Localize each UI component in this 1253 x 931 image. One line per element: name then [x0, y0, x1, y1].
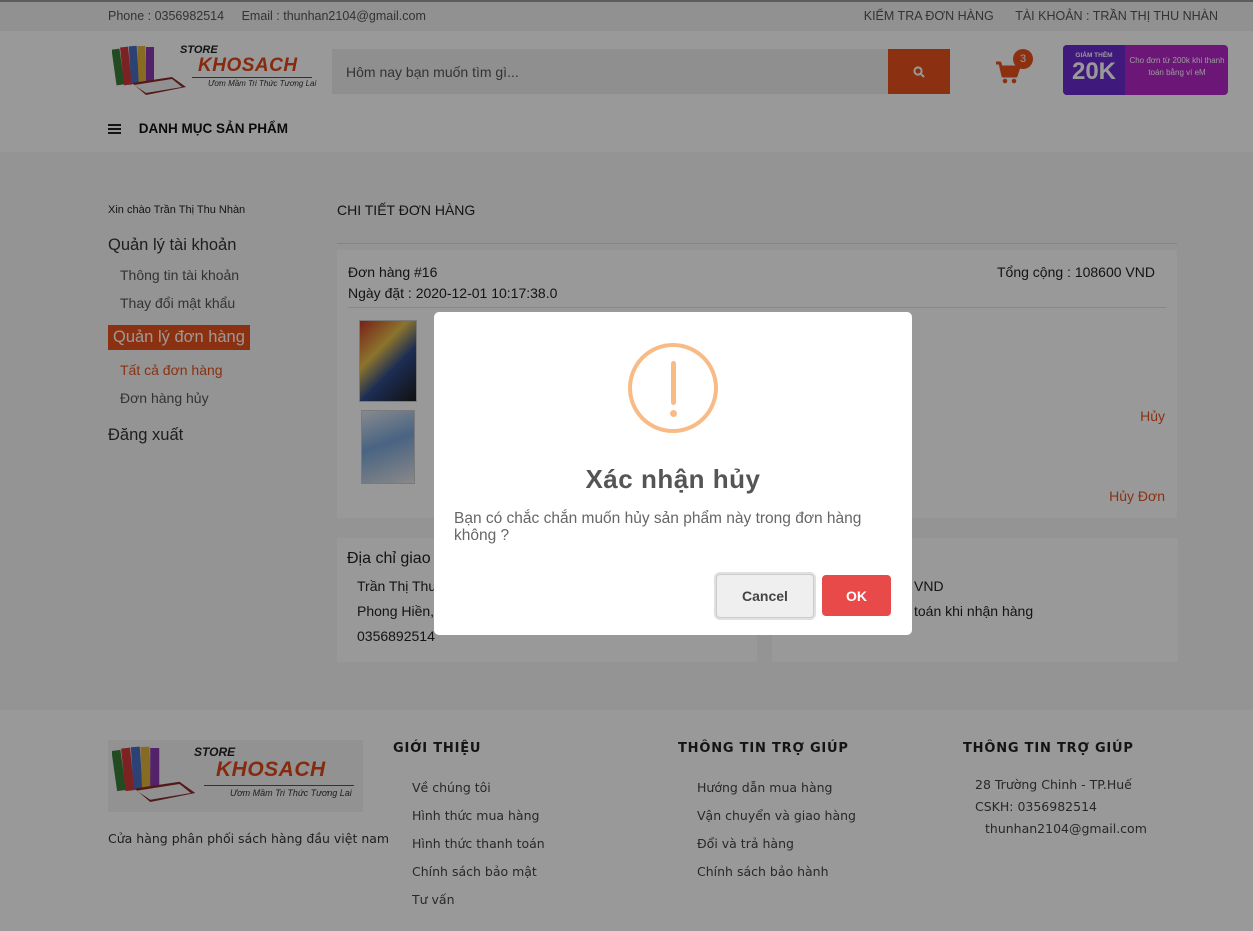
ok-button[interactable]: OK — [822, 575, 891, 616]
warning-icon-dot — [670, 410, 677, 417]
cancel-button[interactable]: Cancel — [716, 574, 814, 618]
warning-icon — [628, 343, 718, 433]
dialog-title: Xác nhận hủy — [585, 464, 761, 494]
confirm-cancel-dialog: Xác nhận hủy Bạn có chắc chắn muốn hủy s… — [434, 312, 912, 635]
dialog-message: Bạn có chắc chắn muốn hủy sản phẩm này t… — [454, 510, 862, 544]
warning-icon-bar — [671, 361, 676, 405]
